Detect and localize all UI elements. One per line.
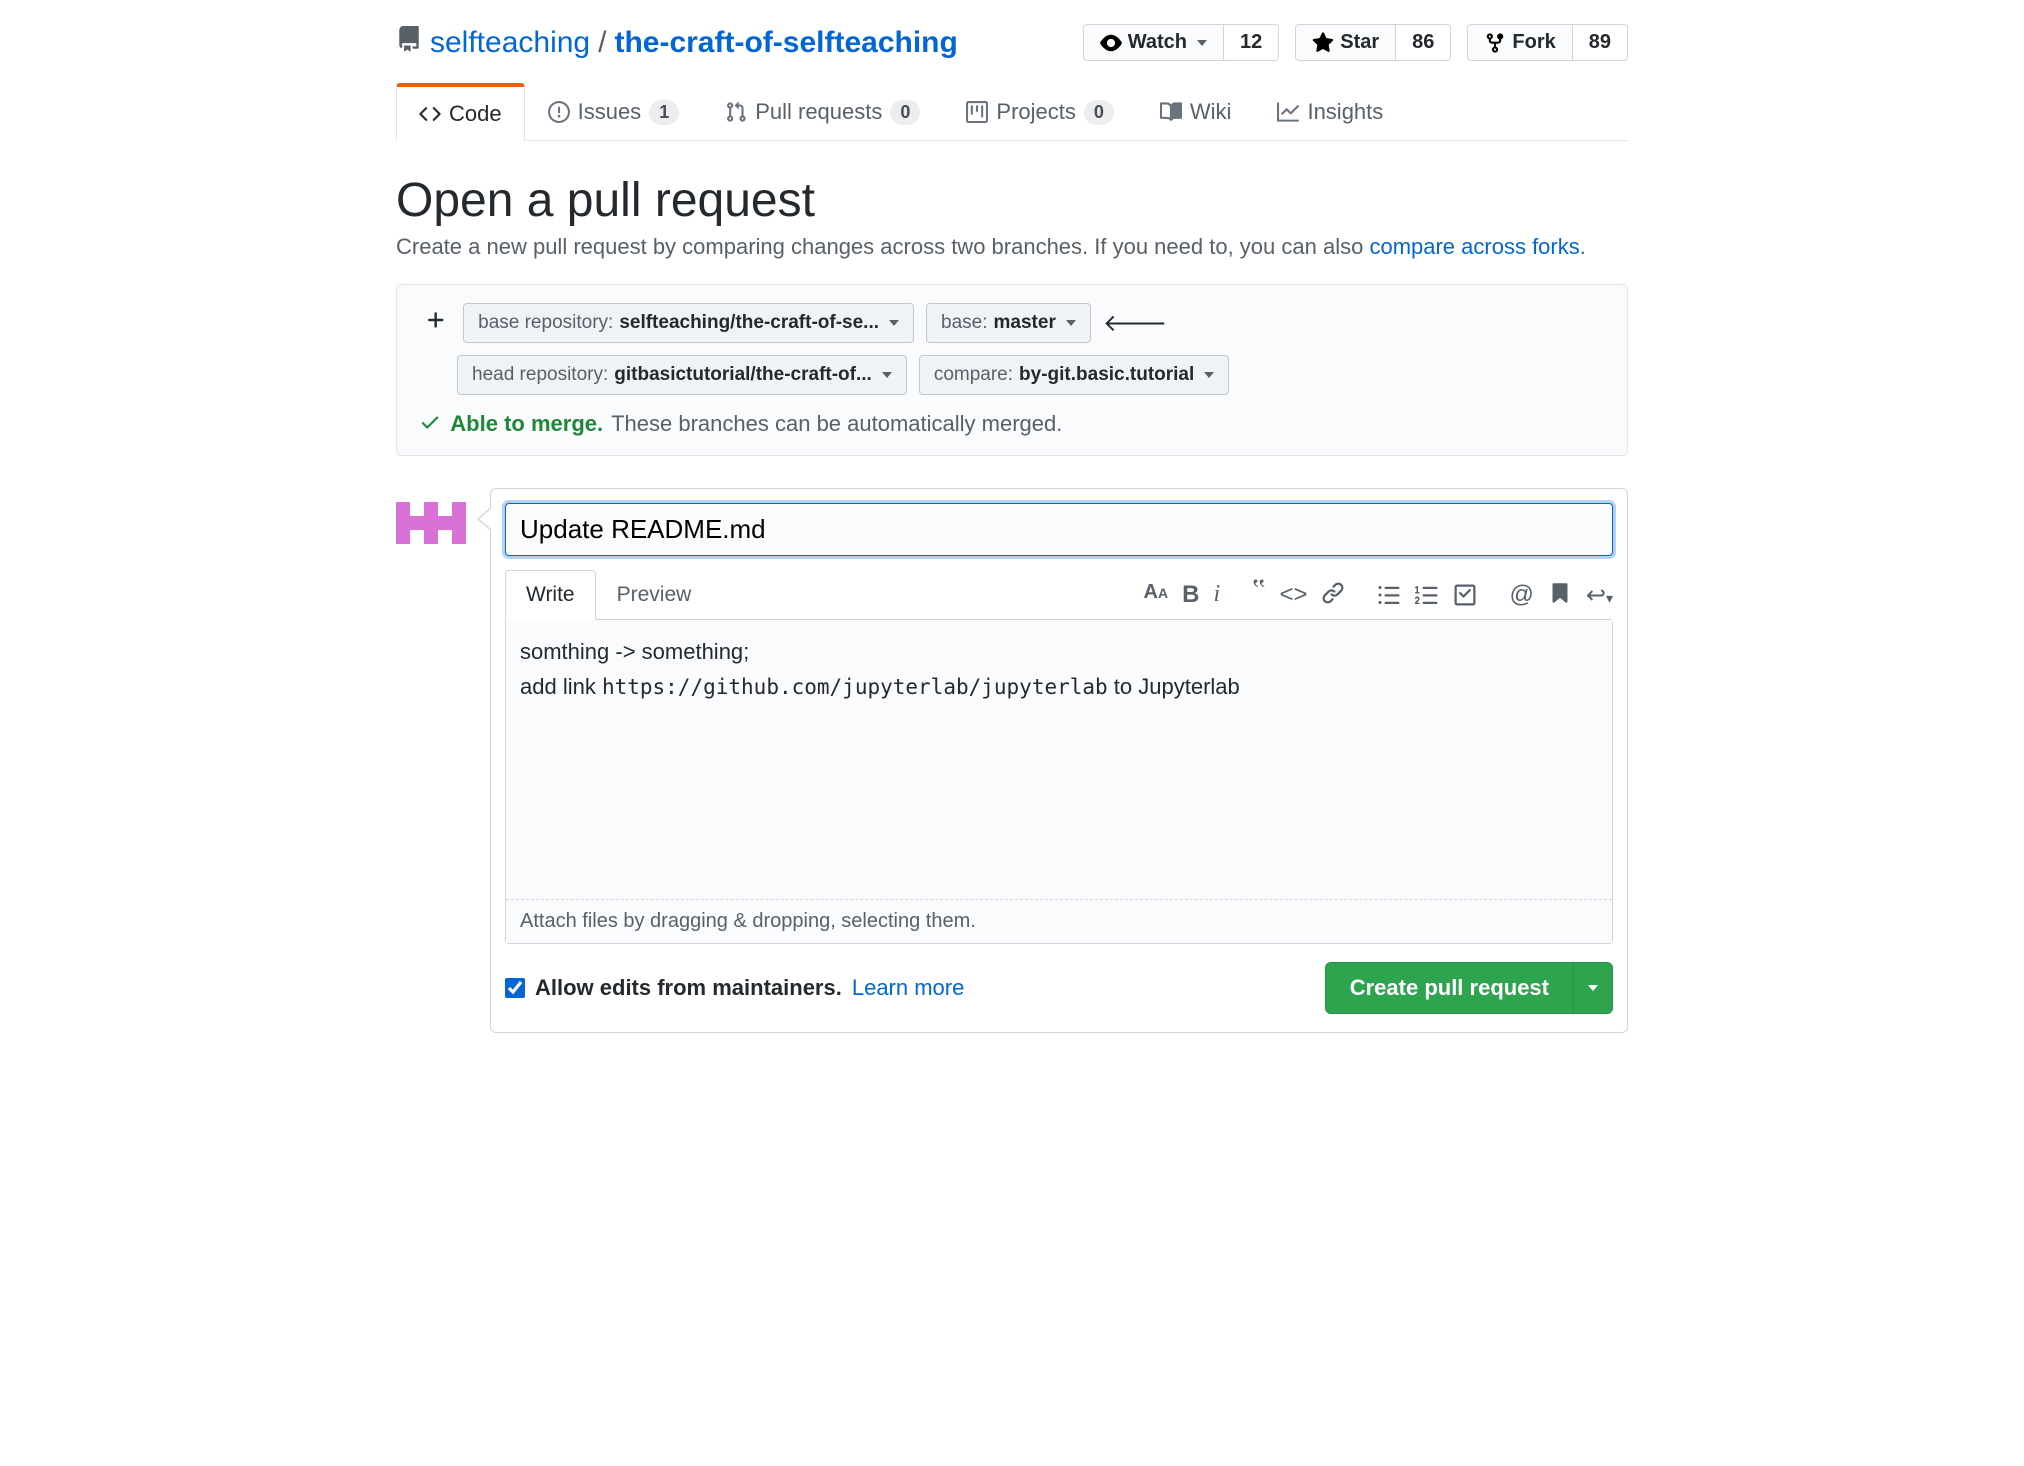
compare-across-forks-link[interactable]: compare across forks xyxy=(1369,234,1579,259)
branch-range-editor: base repository: selfteaching/the-craft-… xyxy=(396,284,1628,456)
caret-down-icon xyxy=(1066,320,1076,326)
tab-projects[interactable]: Projects 0 xyxy=(943,83,1137,140)
unordered-list-icon[interactable] xyxy=(1377,583,1401,607)
watch-button-group: Watch 12 xyxy=(1083,24,1280,61)
watch-label: Watch xyxy=(1128,31,1187,54)
mention-icon[interactable]: @ xyxy=(1509,581,1533,610)
learn-more-link[interactable]: Learn more xyxy=(852,975,965,1001)
user-avatar[interactable] xyxy=(396,488,466,558)
tab-pull-requests[interactable]: Pull requests 0 xyxy=(702,83,943,140)
page-heading: Open a pull request Create a new pull re… xyxy=(396,173,1628,260)
create-pr-dropdown[interactable] xyxy=(1573,962,1613,1014)
heading-icon[interactable]: AA xyxy=(1144,581,1169,609)
bold-icon[interactable]: B xyxy=(1182,581,1199,609)
caret-down-icon xyxy=(1197,40,1207,46)
repo-name-link[interactable]: the-craft-of-selfteaching xyxy=(614,26,957,60)
tab-issues-label: Issues xyxy=(578,99,642,125)
attach-files-hint[interactable]: Attach files by dragging & dropping, sel… xyxy=(506,900,1612,943)
path-separator: / xyxy=(598,26,606,60)
repo-nav: Code Issues 1 Pull requests 0 Projects 0… xyxy=(396,83,1628,141)
tab-code[interactable]: Code xyxy=(396,83,525,141)
caret-down-icon xyxy=(1204,372,1214,378)
repo-owner-link[interactable]: selfteaching xyxy=(430,26,590,60)
pulls-count: 0 xyxy=(890,100,920,125)
star-label: Star xyxy=(1340,31,1379,54)
caret-down-icon xyxy=(889,320,899,326)
merge-status: Able to merge. These branches can be aut… xyxy=(419,411,1605,437)
page-subtitle: Create a new pull request by comparing c… xyxy=(396,234,1628,260)
tab-projects-label: Projects xyxy=(996,99,1075,125)
fork-label: Fork xyxy=(1512,31,1555,54)
arrow-left-icon: 🡐 xyxy=(1103,308,1167,338)
base-repo-select[interactable]: base repository: selfteaching/the-craft-… xyxy=(463,303,914,343)
caret-down-icon xyxy=(882,372,892,378)
merge-ok-text: Able to merge. xyxy=(450,411,603,436)
merge-desc-text: These branches can be automatically merg… xyxy=(611,411,1062,437)
compare-branch-select[interactable]: compare: by-git.basic.tutorial xyxy=(919,355,1229,395)
allow-edits-checkbox[interactable] xyxy=(505,978,525,998)
issues-count: 1 xyxy=(649,100,679,125)
check-icon xyxy=(419,411,441,433)
compare-icon xyxy=(419,307,451,339)
tab-wiki-label: Wiki xyxy=(1190,99,1232,125)
link-icon[interactable] xyxy=(1321,581,1345,605)
star-count[interactable]: 86 xyxy=(1395,24,1451,61)
tab-insights[interactable]: Insights xyxy=(1254,83,1406,140)
projects-count: 0 xyxy=(1084,100,1114,125)
allow-edits-label: Allow edits from maintainers. xyxy=(535,975,842,1001)
tab-pulls-label: Pull requests xyxy=(755,99,882,125)
write-tab[interactable]: Write xyxy=(505,570,596,620)
watch-count[interactable]: 12 xyxy=(1223,24,1279,61)
tab-wiki[interactable]: Wiki xyxy=(1137,83,1255,140)
caret-down-icon xyxy=(1588,985,1598,991)
markdown-toolbar: AA B i ‟ <> @ xyxy=(1144,581,1613,610)
allow-edits-row[interactable]: Allow edits from maintainers. Learn more xyxy=(505,975,964,1001)
pr-title-input[interactable] xyxy=(505,503,1613,556)
task-list-icon[interactable] xyxy=(1453,583,1477,607)
create-pr-button[interactable]: Create pull request xyxy=(1325,962,1573,1014)
pr-body-textarea[interactable]: somthing -> something; add link https://… xyxy=(506,620,1612,900)
code-icon[interactable]: <> xyxy=(1279,581,1307,609)
tab-insights-label: Insights xyxy=(1307,99,1383,125)
fork-button-group: Fork 89 xyxy=(1467,24,1628,61)
pr-form: Write Preview AA B i ‟ <> xyxy=(490,488,1628,1033)
fork-count[interactable]: 89 xyxy=(1572,24,1628,61)
tab-code-label: Code xyxy=(449,101,502,127)
repo-breadcrumb: selfteaching / the-craft-of-selfteaching xyxy=(396,26,958,60)
tab-issues[interactable]: Issues 1 xyxy=(525,83,703,140)
preview-tab[interactable]: Preview xyxy=(596,570,713,620)
watch-button[interactable]: Watch xyxy=(1083,24,1223,61)
star-button[interactable]: Star xyxy=(1295,24,1395,61)
repo-icon xyxy=(396,26,422,60)
page-title: Open a pull request xyxy=(396,173,1628,228)
quote-icon[interactable]: ‟ xyxy=(1252,581,1265,609)
fork-button[interactable]: Fork xyxy=(1467,24,1571,61)
star-button-group: Star 86 xyxy=(1295,24,1451,61)
reply-icon[interactable]: ↩▾ xyxy=(1586,581,1613,610)
head-repo-select[interactable]: head repository: gitbasictutorial/the-cr… xyxy=(457,355,907,395)
saved-reply-icon[interactable] xyxy=(1548,581,1572,605)
base-branch-select[interactable]: base: master xyxy=(926,303,1091,343)
italic-icon[interactable]: i xyxy=(1213,581,1220,609)
ordered-list-icon[interactable] xyxy=(1415,583,1439,607)
